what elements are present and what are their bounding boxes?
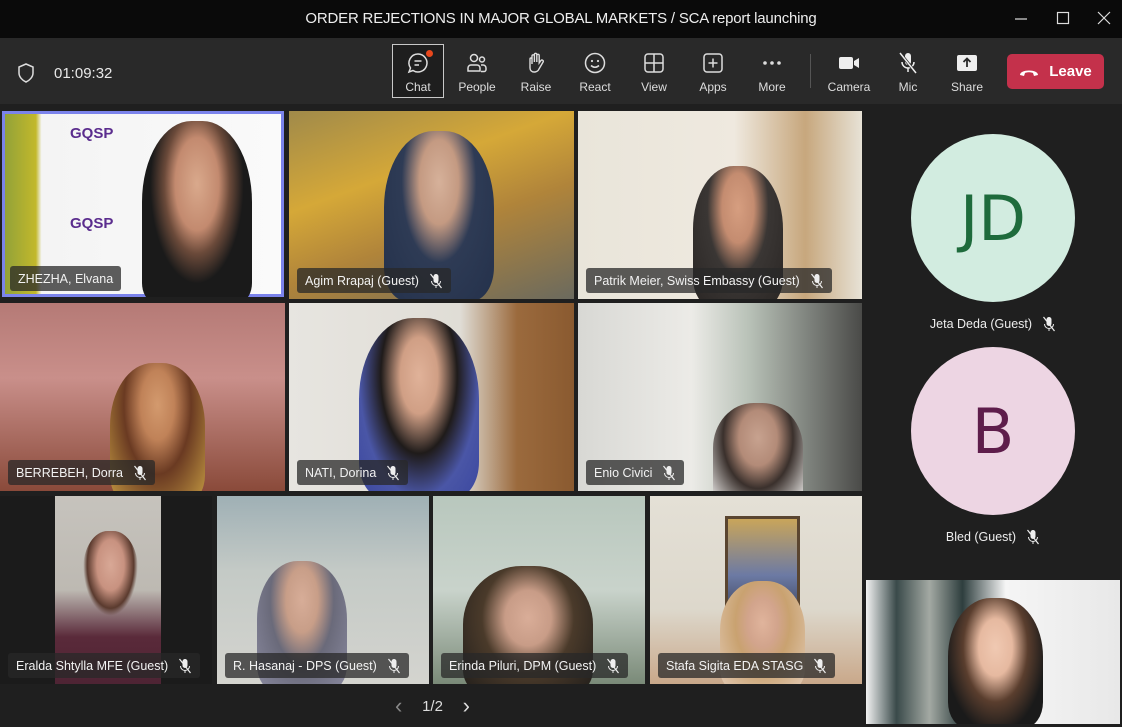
- grid-view-icon: [644, 53, 664, 73]
- people-button[interactable]: People: [451, 44, 503, 98]
- video-tile[interactable]: Erinda Piluri, DPM (Guest): [433, 496, 645, 684]
- minimize-icon: [1015, 18, 1027, 20]
- avatar: JD: [911, 134, 1075, 302]
- avatar-nameplate: Jeta Deda (Guest): [900, 316, 1086, 332]
- apps-plus-icon: [703, 53, 723, 73]
- participant-nameplate: Erinda Piluri, DPM (Guest): [441, 653, 629, 678]
- mic-off-icon: [387, 465, 400, 480]
- mic-button[interactable]: Mic: [882, 44, 934, 98]
- video-tile[interactable]: BERREBEH, Dorra: [0, 303, 285, 491]
- share-button[interactable]: Share: [941, 44, 993, 98]
- participant-video: [713, 403, 803, 491]
- mic-off-icon: [179, 658, 192, 673]
- react-button[interactable]: React: [569, 44, 621, 98]
- mic-off-icon: [134, 465, 146, 480]
- participant-nameplate: Agim Rrapaj (Guest): [297, 268, 451, 293]
- video-tile[interactable]: NATI, Dorina: [289, 303, 574, 491]
- video-tile[interactable]: Patrik Meier, Swiss Embassy (Guest): [578, 111, 862, 299]
- mic-off-icon: [387, 658, 400, 673]
- participant-avatar-tile[interactable]: B Bled (Guest): [900, 347, 1086, 545]
- more-button[interactable]: More: [746, 44, 798, 98]
- participant-avatar-tile[interactable]: JD Jeta Deda (Guest): [900, 134, 1086, 332]
- participant-nameplate: Stafa Sigita EDA STASG: [658, 653, 836, 678]
- participant-nameplate: BERREBEH, Dorra: [8, 460, 155, 485]
- leave-button[interactable]: Leave: [1007, 54, 1104, 89]
- mic-off-icon: [429, 273, 442, 288]
- mic-off-icon: [663, 465, 676, 480]
- mic-off-icon: [607, 658, 620, 673]
- meeting-title: ORDER REJECTIONS IN MAJOR GLOBAL MARKETS…: [305, 10, 817, 27]
- people-icon: [467, 53, 487, 73]
- previous-page-button[interactable]: ‹: [395, 693, 402, 719]
- avatar-nameplate: Bled (Guest): [900, 529, 1086, 545]
- chat-button[interactable]: Chat: [392, 44, 444, 98]
- video-tile[interactable]: GQSP GQSP ZHEZHA, Elvana: [2, 111, 284, 297]
- meeting-toolbar: 01:09:32 Chat People Raise React View Ap…: [0, 38, 1122, 104]
- video-tile[interactable]: Agim Rrapaj (Guest): [289, 111, 574, 299]
- participant-video: [948, 598, 1043, 724]
- avatar: B: [911, 347, 1075, 515]
- self-view-video[interactable]: [866, 580, 1120, 724]
- minimize-button[interactable]: [1006, 6, 1036, 30]
- raise-hand-button[interactable]: Raise: [510, 44, 562, 98]
- participant-nameplate: NATI, Dorina: [297, 460, 409, 485]
- video-tile[interactable]: Eralda Shtylla MFE (Guest): [0, 496, 212, 684]
- camera-icon: [839, 57, 859, 69]
- gqsp-logo: GQSP: [70, 215, 114, 232]
- close-icon: [1097, 11, 1111, 25]
- toolbar-divider: [810, 54, 811, 88]
- close-button[interactable]: [1089, 6, 1119, 30]
- video-tile[interactable]: Enio Civici: [578, 303, 862, 491]
- participant-nameplate: R. Hasanaj - DPS (Guest): [225, 653, 409, 678]
- video-tile[interactable]: R. Hasanaj - DPS (Guest): [217, 496, 429, 684]
- raise-hand-icon: [529, 52, 544, 73]
- mic-off-icon: [814, 658, 827, 673]
- page-indicator: 1/2: [422, 697, 443, 715]
- mic-off-icon: [898, 52, 918, 74]
- mic-off-icon: [1043, 316, 1056, 332]
- share-icon: [957, 55, 977, 71]
- unread-badge: [426, 50, 433, 57]
- smiley-icon: [584, 52, 606, 74]
- gqsp-logo: GQSP: [70, 125, 114, 142]
- participant-nameplate: ZHEZHA, Elvana: [10, 266, 122, 291]
- video-tile[interactable]: Stafa Sigita EDA STASG: [650, 496, 862, 684]
- participant-nameplate: Eralda Shtylla MFE (Guest): [8, 653, 201, 678]
- shield-icon: [18, 63, 34, 83]
- meeting-timer: 01:09:32: [54, 65, 113, 82]
- title-bar: ORDER REJECTIONS IN MAJOR GLOBAL MARKETS…: [0, 0, 1122, 38]
- view-button[interactable]: View: [628, 44, 680, 98]
- participant-video: [142, 121, 252, 297]
- apps-button[interactable]: Apps: [687, 44, 739, 98]
- mic-off-icon: [1027, 529, 1040, 545]
- mic-off-icon: [810, 273, 823, 288]
- maximize-icon: [1056, 11, 1070, 25]
- more-dots-icon: [763, 61, 781, 65]
- camera-button[interactable]: Camera: [823, 44, 875, 98]
- maximize-button[interactable]: [1048, 6, 1078, 30]
- gallery-pager: ‹ 1/2 ›: [395, 693, 470, 719]
- participant-nameplate: Patrik Meier, Swiss Embassy (Guest): [586, 268, 832, 293]
- participant-nameplate: Enio Civici: [586, 460, 685, 485]
- hang-up-icon: [1020, 70, 1039, 76]
- next-page-button[interactable]: ›: [463, 693, 470, 719]
